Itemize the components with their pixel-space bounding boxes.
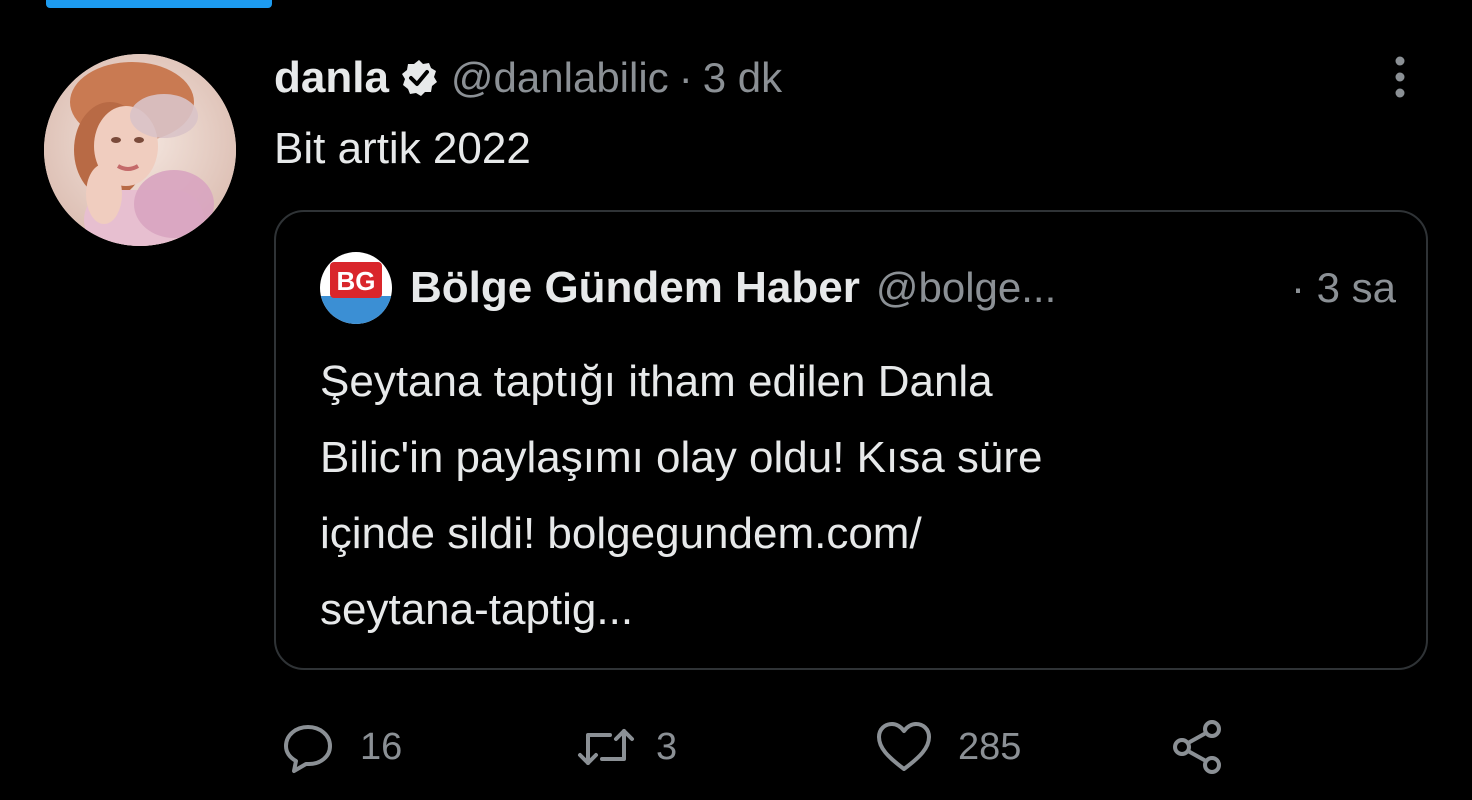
display-name[interactable]: danla xyxy=(274,53,389,103)
reply-count: 16 xyxy=(360,725,403,768)
profile-photo-icon xyxy=(44,54,236,246)
quote-text-line: Bilic'in paylaşımı olay oldu! Kısa süre xyxy=(320,433,1043,482)
top-accent-bar xyxy=(46,0,272,8)
retweet-icon xyxy=(574,719,638,775)
quote-header: BG Bölge Gündem Haber @bolge... xyxy=(320,252,1056,324)
retweet-button[interactable]: 3 xyxy=(574,714,677,780)
quote-tweet-card[interactable]: BG Bölge Gündem Haber @bolge... · 3 sa Ş… xyxy=(274,210,1428,670)
quote-timestamp[interactable]: · 3 sa xyxy=(1291,260,1396,316)
reply-button[interactable]: 16 xyxy=(280,714,402,780)
quote-display-name[interactable]: Bölge Gündem Haber xyxy=(410,263,860,313)
tweet-text: Bit artik 2022 xyxy=(274,124,531,173)
tweet-actions-bar: 16 3 285 xyxy=(0,714,1472,780)
quote-text-line[interactable]: içinde sildi! bolgegundem.com/ xyxy=(320,496,1380,572)
share-button[interactable] xyxy=(1168,714,1228,780)
quote-text-line: Şeytana taptığı itham edilen Danla xyxy=(320,357,993,406)
header-separator: · xyxy=(678,54,693,101)
avatar[interactable] xyxy=(44,54,236,246)
more-options-icon[interactable] xyxy=(1386,54,1414,100)
quote-text-line[interactable]: seytana-taptig... xyxy=(320,572,1380,648)
like-button[interactable]: 285 xyxy=(874,714,1021,780)
reply-icon xyxy=(280,719,336,775)
news-logo-icon: BG xyxy=(320,252,392,324)
verified-badge-icon xyxy=(399,58,439,98)
like-count: 285 xyxy=(958,725,1022,768)
tweet-timestamp[interactable]: 3 dk xyxy=(703,54,782,102)
share-icon xyxy=(1168,717,1228,777)
user-handle[interactable]: @danlabilic xyxy=(451,54,669,102)
quote-user-handle[interactable]: @bolge... xyxy=(876,264,1056,312)
quote-text: Şeytana taptığı itham edilen Danla Bilic… xyxy=(320,344,1380,648)
heart-icon xyxy=(874,719,934,775)
tweet-header: danla @danlabilic · 3 dk xyxy=(274,52,782,104)
news-logo-text: BG xyxy=(337,266,376,296)
retweet-count: 3 xyxy=(656,725,678,768)
